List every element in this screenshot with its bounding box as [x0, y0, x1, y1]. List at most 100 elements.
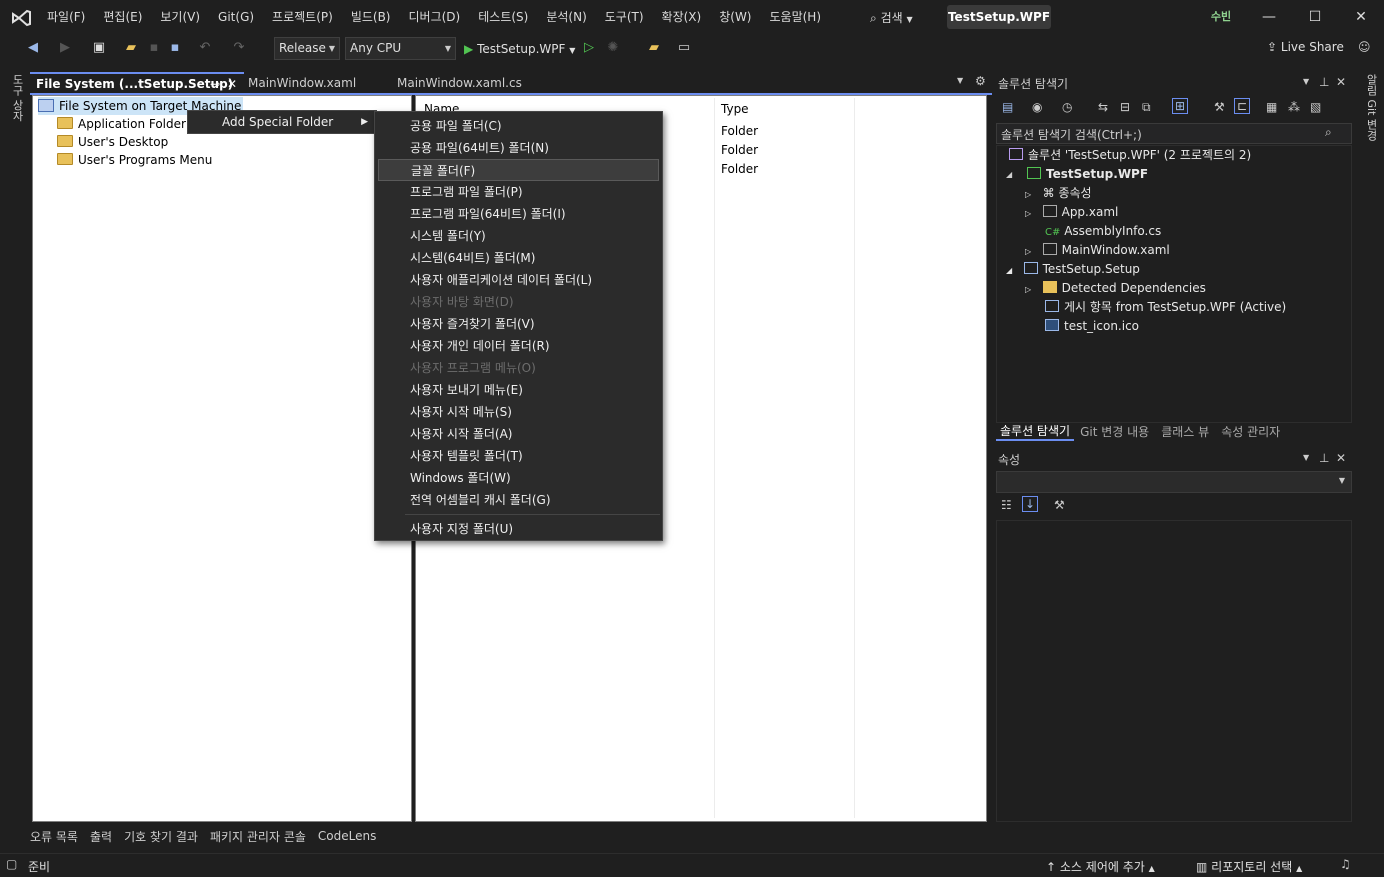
tab-mainwindow-xaml-cs[interactable]: MainWindow.xaml.cs [391, 72, 551, 94]
submenu-item[interactable]: 사용자 시작 메뉴(S) [378, 401, 659, 423]
alphabetical-icon[interactable]: ↓ [1022, 496, 1039, 512]
submenu-item[interactable]: 공용 파일(64비트) 폴더(N) [378, 137, 659, 159]
notifications-tab[interactable]: 알림 Git 변경 [1363, 74, 1379, 141]
new-project-icon[interactable]: ▣ [90, 39, 108, 57]
close-button[interactable]: ✕ [1338, 0, 1384, 34]
forward-icon[interactable]: ▶ [56, 39, 74, 57]
switch-views-icon[interactable]: ▤ [1002, 100, 1013, 114]
menu-window[interactable]: 창(W) [710, 0, 760, 34]
close-icon[interactable]: ✕ [1336, 75, 1346, 89]
submenu-item[interactable]: 사용자 시작 폴더(A) [378, 423, 659, 445]
start-without-debugging-icon[interactable]: ▷ [580, 39, 598, 57]
file-icon[interactable]: ▦ [1266, 100, 1277, 114]
tab-error-list[interactable]: 오류 목록 [30, 828, 78, 845]
close-icon[interactable]: ✕ [227, 74, 237, 94]
globe-icon[interactable]: ◉ [1032, 100, 1042, 114]
feedback-icon[interactable]: ☺ [1358, 40, 1371, 54]
primary-output-node[interactable]: 게시 항목 from TestSetup.WPF (Active) [1045, 298, 1286, 317]
tree-item-users-desktop[interactable]: User's Desktop [57, 133, 168, 151]
tab-property-manager[interactable]: 속성 관리자 [1221, 423, 1280, 440]
show-all-files-icon[interactable]: ⧉ [1142, 100, 1151, 115]
tab-solution-explorer[interactable]: 솔루션 탐색기 [996, 422, 1075, 441]
hot-reload-icon[interactable]: ✺ [604, 39, 622, 57]
detected-dependencies-node[interactable]: ▷ Detected Dependencies [1025, 279, 1206, 299]
assemblyinfo-node[interactable]: C# AssemblyInfo.cs [1045, 222, 1161, 242]
configuration-dropdown[interactable]: Release ▼ [274, 37, 340, 60]
save-icon[interactable]: ▪ [145, 39, 163, 57]
search-icon[interactable]: ⌕ [1325, 125, 1332, 140]
notification-bell-icon[interactable]: ♫ [1340, 857, 1351, 871]
submenu-item[interactable]: Windows 폴더(W) [378, 467, 659, 489]
minimize-button[interactable]: — [1246, 0, 1292, 34]
back-icon[interactable]: ◀ [24, 39, 42, 57]
filter-icon[interactable]: ⊞ [1172, 98, 1189, 114]
solution-node[interactable]: 솔루션 'TestSetup.WPF' (2 프로젝트의 2) [1009, 146, 1251, 165]
tab-file-system[interactable]: File System (...tSetup.Setup) ⊸ ✕ [30, 72, 244, 94]
submenu-item[interactable]: 사용자 즐겨찾기 폴더(V) [378, 313, 659, 335]
settings-gear-icon[interactable]: ⚙ [975, 74, 986, 88]
tab-list-dropdown-icon[interactable]: ▼ [957, 76, 963, 85]
submenu-item[interactable]: 시스템 폴더(Y) [378, 225, 659, 247]
list-item-type[interactable]: Folder [721, 143, 758, 157]
live-share-button[interactable]: ⇪ Live Share [1267, 40, 1344, 54]
tab-package-manager-console[interactable]: 패키지 관리자 콘솔 [210, 828, 306, 845]
pin-icon[interactable]: ⊸ [210, 74, 220, 94]
start-debugging-button[interactable]: ▶ TestSetup.WPF ▼ [464, 39, 575, 61]
tab-mainwindow-xaml[interactable]: MainWindow.xaml [242, 72, 392, 94]
mainwindow-node[interactable]: ▷ MainWindow.xaml [1025, 241, 1170, 261]
menu-git[interactable]: Git(G) [209, 0, 263, 34]
tree-item-application-folder[interactable]: Application Folder [57, 115, 186, 133]
submenu-item[interactable]: 사용자 템플릿 폴더(T) [378, 445, 659, 467]
tab-output[interactable]: 출력 [90, 828, 112, 845]
open-folder-icon[interactable]: ▰ [122, 39, 140, 57]
submenu-item[interactable]: 시스템(64비트) 폴더(M) [378, 247, 659, 269]
menu-file[interactable]: 파일(F) [38, 0, 94, 34]
menu-build[interactable]: 빌드(B) [342, 0, 400, 34]
tree-item-users-programs-menu[interactable]: User's Programs Menu [57, 151, 212, 169]
menu-view[interactable]: 보기(V) [151, 0, 209, 34]
submenu-item[interactable]: 사용자 보내기 메뉴(E) [378, 379, 659, 401]
tab-class-view[interactable]: 클래스 뷰 [1161, 423, 1209, 440]
diagram-icon[interactable]: ⁂ [1288, 100, 1300, 114]
submenu-item[interactable]: 프로그램 파일(64비트) 폴더(I) [378, 203, 659, 225]
toolbox-tab[interactable]: 도구 상자 [9, 74, 25, 122]
icon-file-node[interactable]: test_icon.ico [1045, 317, 1139, 336]
history-icon[interactable]: ◷ [1062, 100, 1072, 114]
layout-icon[interactable]: ▭ [675, 39, 693, 57]
properties-wrench-icon[interactable]: ⚒ [1214, 100, 1225, 114]
tab-codelens[interactable]: CodeLens [318, 829, 376, 843]
tab-find-symbol-results[interactable]: 기호 찾기 결과 [124, 828, 198, 845]
collapse-all-icon[interactable]: ⊟ [1120, 100, 1130, 114]
submenu-item[interactable]: 공용 파일 폴더(C) [378, 115, 659, 137]
properties-object-dropdown[interactable]: ▼ [996, 471, 1352, 493]
chevron-down-icon[interactable]: ▼ [1303, 453, 1309, 462]
chevron-down-icon[interactable]: ▼ [1303, 77, 1309, 86]
submenu-item-custom-folder[interactable]: 사용자 지정 폴더(U) [378, 518, 659, 540]
categorized-icon[interactable]: ☷ [1001, 498, 1012, 512]
solution-explorer-search-input[interactable]: 솔루션 탐색기 검색(Ctrl+;) ⌕ [996, 123, 1352, 144]
submenu-item[interactable]: 사용자 애플리케이션 데이터 폴더(L) [378, 269, 659, 291]
menu-extensions[interactable]: 확장(X) [653, 0, 711, 34]
submenu-item[interactable]: 프로그램 파일 폴더(P) [378, 181, 659, 203]
pin-icon[interactable]: ⊥ [1319, 75, 1329, 89]
user-avatar[interactable]: 수빈 [1208, 8, 1234, 26]
platform-dropdown[interactable]: Any CPU ▼ [345, 37, 456, 60]
submenu-item[interactable]: 사용자 개인 데이터 폴더(R) [378, 335, 659, 357]
close-icon[interactable]: ✕ [1336, 451, 1346, 465]
column-header-type[interactable]: Type [721, 102, 749, 116]
menu-project[interactable]: 프로젝트(P) [263, 0, 342, 34]
preview-icon[interactable]: ⊏ [1234, 98, 1251, 114]
select-repository-button[interactable]: ▥ 리포지토리 선택 ▲ [1196, 858, 1302, 875]
menu-tools[interactable]: 도구(T) [596, 0, 653, 34]
submenu-item[interactable]: 글꼴 폴더(F) [378, 159, 659, 181]
menu-debug[interactable]: 디버그(D) [400, 0, 470, 34]
property-pages-icon[interactable]: ⚒ [1054, 498, 1065, 512]
sync-icon[interactable]: ⇆ [1098, 100, 1108, 114]
tab-git-changes[interactable]: Git 변경 내용 [1080, 423, 1149, 440]
add-special-folder-menu-item[interactable]: Add Special Folder ▶ [187, 110, 377, 134]
output-window-icon[interactable]: ▢ [6, 857, 17, 871]
maximize-button[interactable]: ☐ [1292, 0, 1338, 34]
menu-test[interactable]: 테스트(S) [469, 0, 537, 34]
list-item-type[interactable]: Folder [721, 124, 758, 138]
add-to-source-control-button[interactable]: ↑ 소스 제어에 추가 ▲ [1046, 858, 1155, 875]
